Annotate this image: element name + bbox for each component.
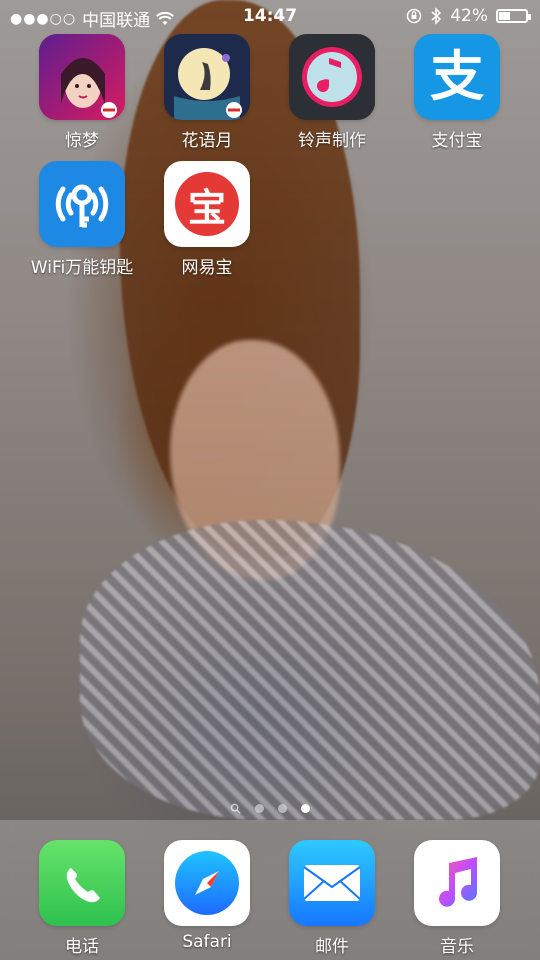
app-label: 网易宝 xyxy=(181,258,233,278)
app-label: 电话 xyxy=(65,937,99,957)
app-label: 支付宝 xyxy=(431,131,483,151)
app-label: 邮件 xyxy=(315,937,349,957)
netease-bao-icon[interactable]: 宝 xyxy=(164,161,250,247)
dock-app-safari[interactable]: Safari xyxy=(152,840,262,952)
dock-app-phone[interactable]: 电话 xyxy=(27,840,137,957)
alipay-icon[interactable]: 支 xyxy=(414,34,500,120)
netease-bao-badge: 宝 xyxy=(175,172,239,236)
app-label: 音乐 xyxy=(440,937,474,957)
battery-fill xyxy=(499,12,510,20)
app-jingmeng[interactable]: 惊梦 xyxy=(27,34,137,151)
app-label: Safari xyxy=(182,932,232,952)
page-dot xyxy=(255,804,264,813)
app-label: 铃声制作 xyxy=(298,131,366,151)
app-label: WiFi万能钥匙 xyxy=(30,258,134,278)
jingmeng-icon[interactable] xyxy=(39,34,125,120)
orientation-lock-icon xyxy=(406,8,422,24)
music-icon[interactable] xyxy=(414,840,500,926)
app-huayuyue[interactable]: 花语月 xyxy=(152,34,262,151)
wifi-key-icon[interactable] xyxy=(39,161,125,247)
netease-bao-glyph: 宝 xyxy=(187,185,226,230)
huayuyue-icon[interactable] xyxy=(164,34,250,120)
phone-icon[interactable] xyxy=(39,840,125,926)
alipay-glyph: 支 xyxy=(430,45,484,108)
bluetooth-icon xyxy=(431,7,442,25)
battery-percent: 42% xyxy=(450,6,488,26)
status-bar: ●●●○○ 中国联通 14:47 42% xyxy=(0,0,540,34)
dock-app-mail[interactable]: 邮件 xyxy=(277,840,387,957)
ringtone-icon[interactable] xyxy=(289,34,375,120)
spotlight-search-icon xyxy=(230,803,241,814)
status-right: 42% xyxy=(406,6,531,26)
mail-icon[interactable] xyxy=(289,840,375,926)
app-wifi-key[interactable]: WiFi万能钥匙 xyxy=(27,161,137,278)
app-label: 花语月 xyxy=(181,131,233,151)
dock-app-music[interactable]: 音乐 xyxy=(402,840,512,957)
app-netease-bao[interactable]: 宝 网易宝 xyxy=(152,161,262,278)
page-dot xyxy=(278,804,287,813)
safari-icon[interactable] xyxy=(164,840,250,926)
app-label: 惊梦 xyxy=(65,131,99,151)
battery-icon xyxy=(496,9,531,23)
dock: 电话 Safari 邮件 音乐 xyxy=(0,820,540,960)
app-alipay[interactable]: 支 支付宝 xyxy=(402,34,512,151)
app-ringtone[interactable]: 铃声制作 xyxy=(277,34,387,151)
page-indicator[interactable] xyxy=(0,803,540,814)
page-dot-active xyxy=(301,804,310,813)
